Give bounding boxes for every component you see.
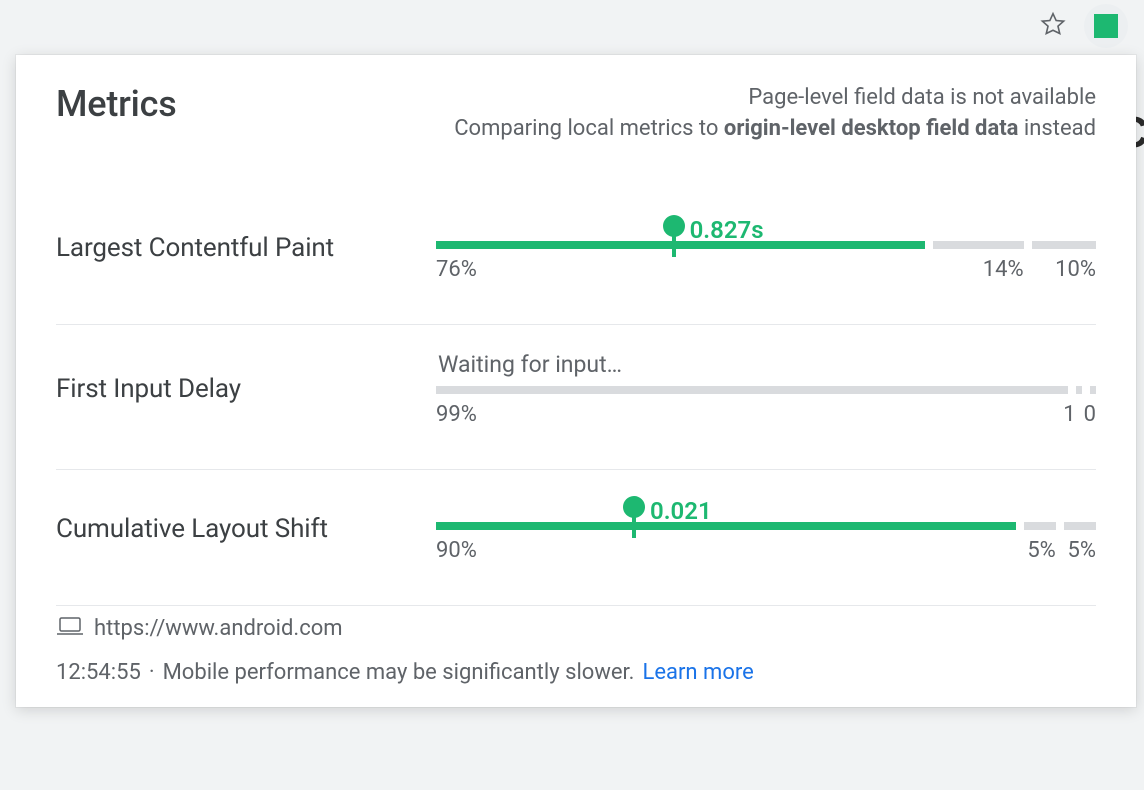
footer-note: Mobile performance may be significantly …	[163, 660, 635, 685]
learn-more-link[interactable]: Learn more	[642, 660, 753, 685]
laptop-icon	[56, 616, 84, 642]
bookmark-star-button[interactable]	[1036, 9, 1070, 43]
fid-pct-ni: 1	[1063, 402, 1075, 427]
metric-name: Largest Contentful Paint	[56, 233, 436, 263]
cls-pct-good: 90%	[436, 538, 1016, 563]
metric-chart-fid: Waiting for input… 99% 1 0	[436, 351, 1096, 427]
popup-footer: https://www.android.com 12:54:55 · Mobil…	[56, 616, 1096, 685]
fid-pct-poor: 0	[1084, 402, 1096, 427]
metric-row-lcp: Largest Contentful Paint 0.827s 76% 14% …	[56, 189, 1096, 325]
fid-seg-poor	[1090, 386, 1096, 394]
fid-seg-good	[436, 386, 1068, 394]
browser-toolbar	[0, 0, 1144, 55]
web-vitals-popup: Metrics Page-level field data is not ava…	[16, 55, 1136, 707]
extension-status-icon	[1094, 14, 1118, 38]
cls-pct-ni: 5%	[1024, 538, 1056, 563]
lcp-pct-ni: 14%	[933, 257, 1023, 282]
metric-chart-lcp: 0.827s 76% 14% 10%	[436, 215, 1096, 282]
lcp-seg-good	[436, 241, 925, 249]
fid-seg-ni	[1076, 386, 1082, 394]
metric-row-cls: Cumulative Layout Shift 0.021 90% 5% 5%	[56, 470, 1096, 606]
lcp-seg-poor	[1032, 241, 1096, 249]
star-icon	[1040, 11, 1066, 41]
metric-chart-cls: 0.021 90% 5% 5%	[436, 496, 1096, 563]
cls-seg-poor	[1064, 522, 1096, 530]
lcp-pct-poor: 10%	[1032, 257, 1096, 282]
fid-pct-good: 99%	[436, 402, 1055, 427]
fid-waiting-label: Waiting for input…	[436, 351, 1096, 378]
lcp-seg-ni	[933, 241, 1023, 249]
separator-dot: ·	[149, 660, 155, 685]
cls-pct-poor: 5%	[1064, 538, 1096, 563]
lcp-pct-good: 76%	[436, 257, 925, 282]
metric-name: First Input Delay	[56, 374, 436, 404]
cls-seg-good	[436, 522, 1016, 530]
footer-time: 12:54:55	[56, 660, 141, 685]
popup-subtitle: Page-level field data is not available C…	[454, 83, 1096, 145]
web-vitals-extension-button[interactable]	[1084, 4, 1128, 48]
footer-url: https://www.android.com	[94, 616, 343, 641]
metric-name: Cumulative Layout Shift	[56, 514, 436, 544]
subtitle-line-2: Comparing local metrics to origin-level …	[454, 114, 1096, 145]
cls-distribution-bar	[436, 520, 1096, 532]
lcp-distribution-bar	[436, 239, 1096, 251]
popup-title: Metrics	[56, 83, 177, 125]
subtitle-line-1: Page-level field data is not available	[454, 83, 1096, 114]
fid-distribution-bar	[436, 384, 1096, 396]
metric-row-fid: First Input Delay Waiting for input… 99%…	[56, 325, 1096, 470]
cls-seg-ni	[1024, 522, 1056, 530]
